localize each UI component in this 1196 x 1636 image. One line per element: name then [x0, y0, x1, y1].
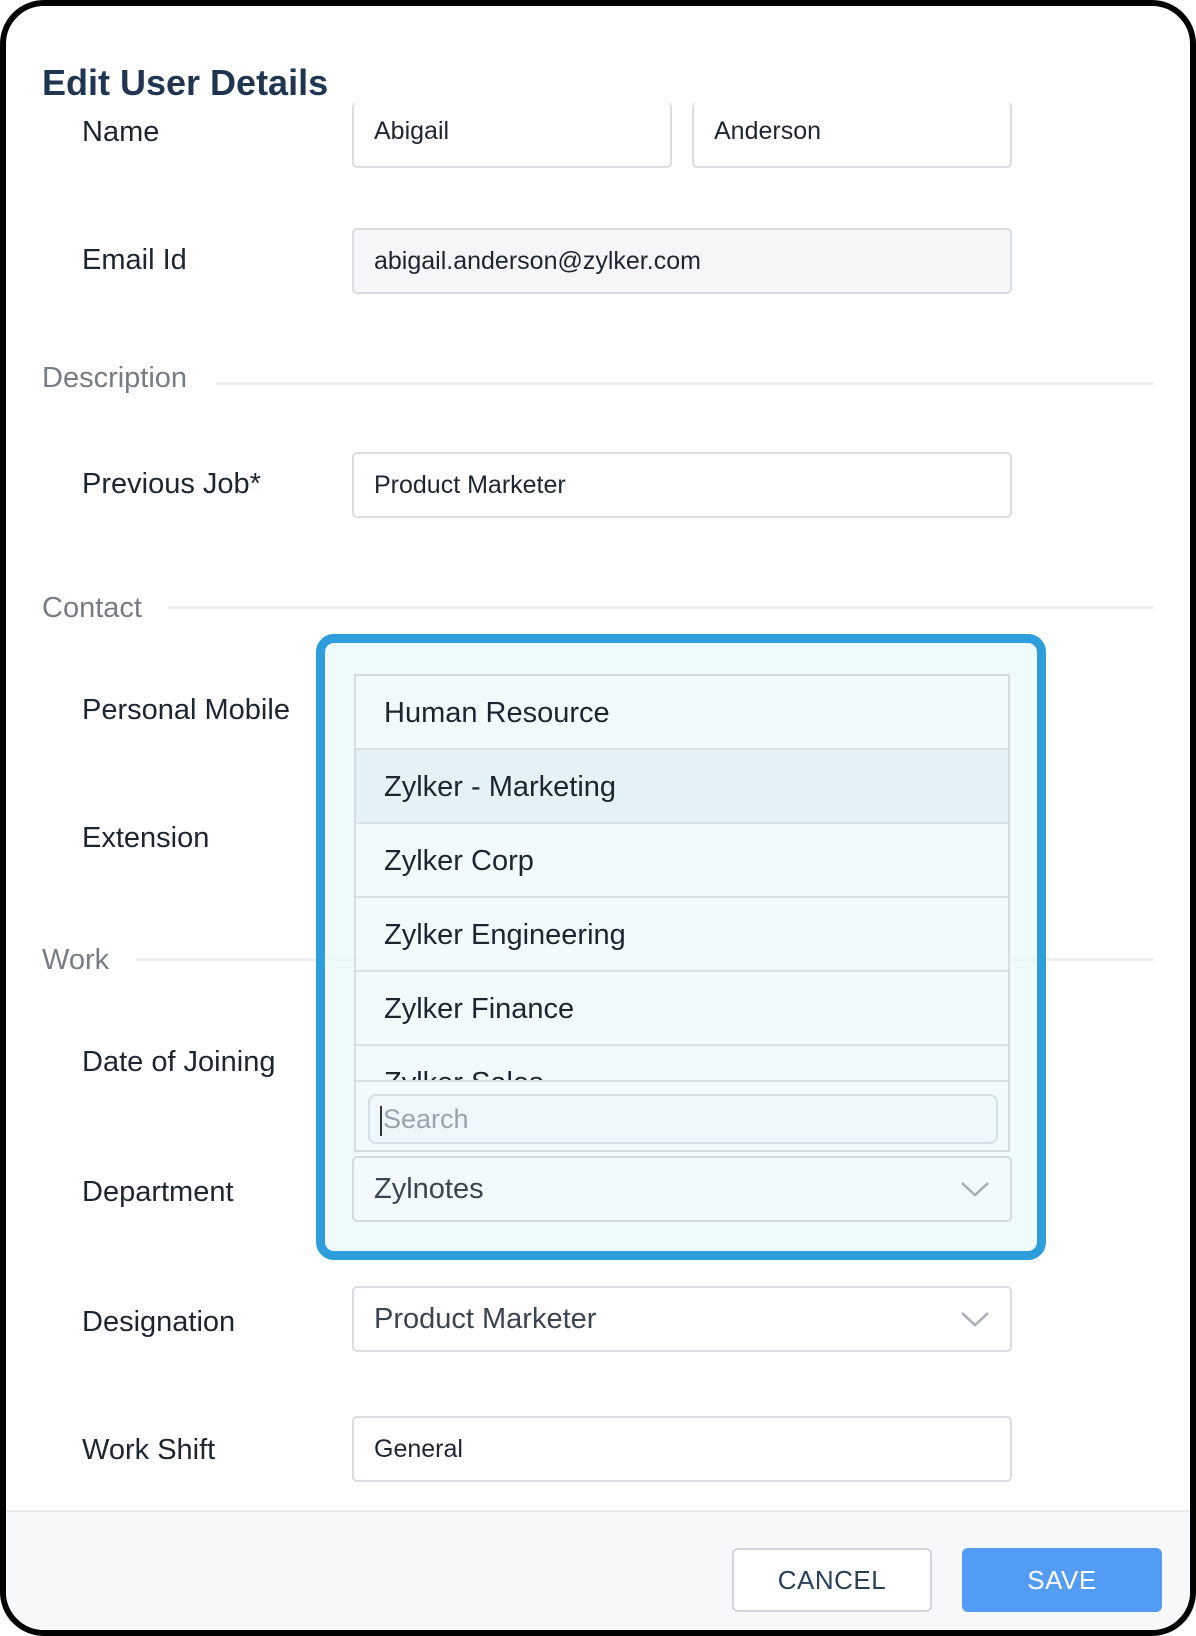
section-divider — [216, 382, 1154, 385]
chevron-down-icon — [961, 1182, 989, 1197]
first-name-field[interactable]: Abigail — [352, 102, 672, 168]
dropdown-option[interactable]: Human Resource — [356, 676, 1008, 750]
previous-job-field[interactable]: Product Marketer — [352, 452, 1012, 518]
save-button[interactable]: SAVE — [962, 1548, 1162, 1612]
date-of-joining-label: Date of Joining — [82, 1046, 276, 1078]
text-caret — [380, 1105, 382, 1136]
dropdown-search-input[interactable]: Search — [368, 1094, 998, 1144]
dropdown-option[interactable]: Zylker Engineering — [356, 898, 1008, 972]
name-label: Name — [82, 116, 160, 148]
edit-user-modal: Edit User Details Name Abigail Anderson … — [0, 0, 1196, 1636]
dropdown-option[interactable]: Zylker Finance — [356, 972, 1008, 1046]
previous-job-label: Previous Job* — [82, 468, 261, 500]
section-work: Work — [42, 944, 110, 976]
extension-label: Extension — [82, 822, 210, 854]
search-placeholder: Search — [383, 1104, 469, 1134]
department-options-list[interactable]: Human Resource Zylker - Marketing Zylker… — [356, 676, 1008, 1080]
designation-value: Product Marketer — [374, 1303, 597, 1335]
section-contact: Contact — [42, 592, 142, 624]
department-dropdown: Human Resource Zylker - Marketing Zylker… — [354, 674, 1010, 1152]
designation-select[interactable]: Product Marketer — [352, 1286, 1012, 1352]
dropdown-option[interactable]: Zylker Corp — [356, 824, 1008, 898]
email-field: abigail.anderson@zylker.com — [352, 228, 1012, 294]
cancel-button[interactable]: CANCEL — [732, 1548, 932, 1612]
work-shift-label: Work Shift — [82, 1434, 216, 1466]
modal-title: Edit User Details — [42, 62, 329, 103]
dropdown-option[interactable]: Zylker Sales — [356, 1046, 1008, 1080]
section-description: Description — [42, 362, 188, 394]
designation-label: Designation — [82, 1306, 236, 1338]
chevron-down-icon — [961, 1312, 989, 1327]
work-shift-field[interactable]: General — [352, 1416, 1012, 1482]
department-label: Department — [82, 1176, 234, 1208]
dropdown-option[interactable]: Zylker - Marketing — [356, 750, 1008, 824]
department-value: Zylnotes — [374, 1173, 484, 1205]
personal-mobile-label: Personal Mobile — [82, 694, 290, 726]
dropdown-search-area: Search — [356, 1080, 1008, 1150]
section-divider — [168, 606, 1154, 609]
email-label: Email Id — [82, 244, 187, 276]
modal-footer: CANCEL SAVE — [6, 1510, 1190, 1630]
last-name-field[interactable]: Anderson — [692, 102, 1012, 168]
department-select[interactable]: Zylnotes — [352, 1156, 1012, 1222]
